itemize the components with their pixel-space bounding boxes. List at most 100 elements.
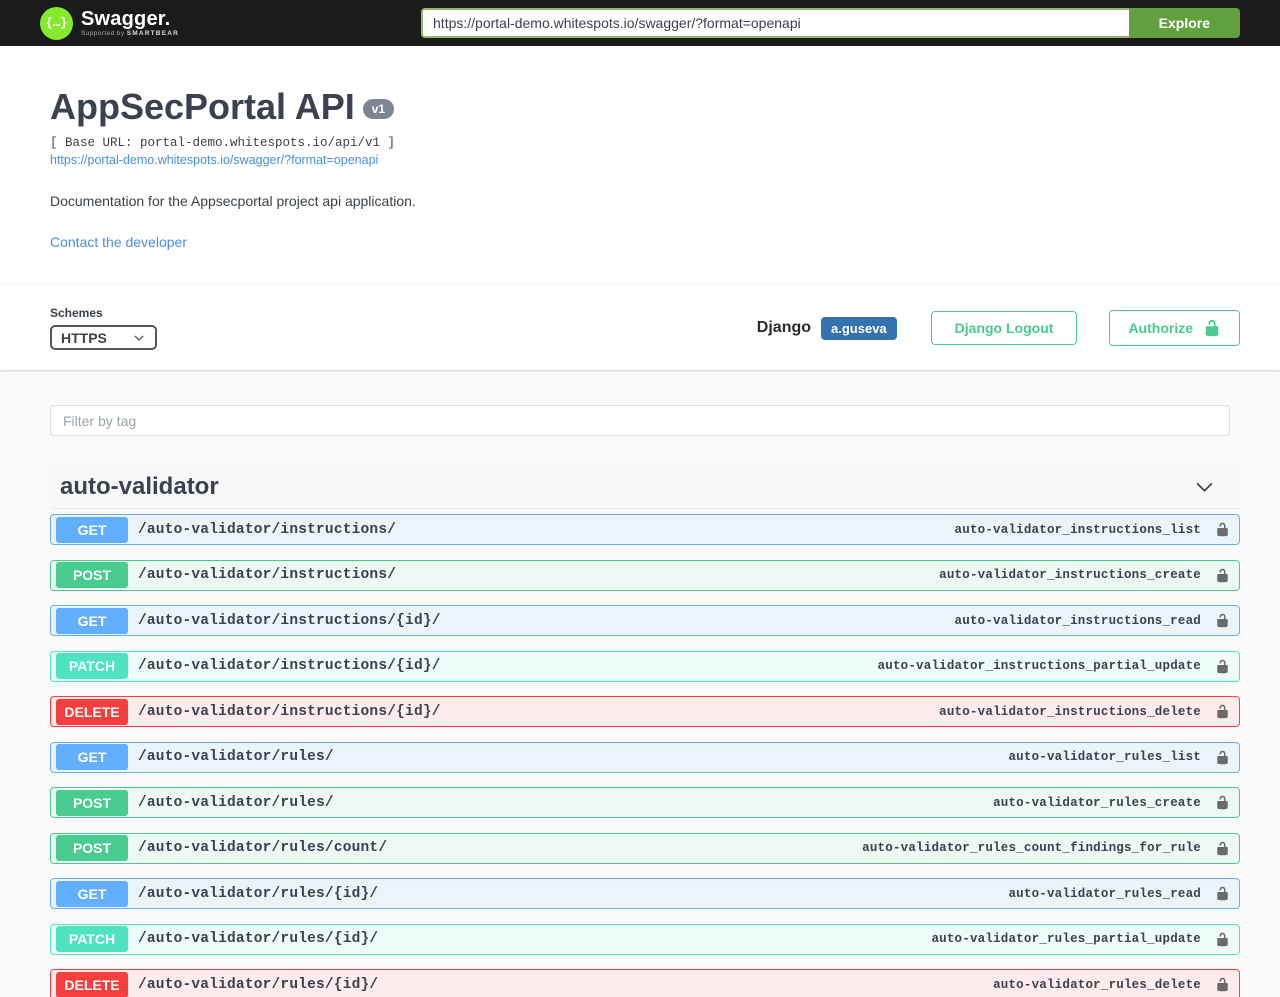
endpoint-path: /auto-validator/rules/ <box>138 749 334 765</box>
auth-cluster: Django a.guseva Django Logout Authorize <box>757 310 1240 346</box>
endpoint-row[interactable]: GET /auto-validator/instructions/{id}/ a… <box>50 605 1240 636</box>
endpoint-path: /auto-validator/instructions/{id}/ <box>138 703 441 720</box>
operation-id: auto-validator_rules_read <box>1008 886 1201 901</box>
tag-section-auto-validator[interactable]: auto-validator <box>50 465 1240 509</box>
unlocked-padlock-icon <box>1217 750 1228 764</box>
operation-id: auto-validator_rules_partial_update <box>931 932 1201 946</box>
authorize-button[interactable]: Authorize <box>1109 310 1240 346</box>
endpoint-path: /auto-validator/instructions/{id}/ <box>138 612 441 629</box>
topbar: {…} Swagger. Supported by SMARTBEAR Expl… <box>0 0 1280 46</box>
tag-title: auto-validator <box>60 472 219 500</box>
method-badge: GET <box>56 607 128 634</box>
operation-id: auto-validator_instructions_list <box>954 522 1201 537</box>
lock-button[interactable] <box>1215 977 1230 992</box>
operation-id: auto-validator_rules_count_findings_for_… <box>862 841 1201 855</box>
endpoint-row[interactable]: GET /auto-validator/instructions/ auto-v… <box>50 514 1240 545</box>
method-badge: PATCH <box>56 653 128 679</box>
endpoint-path: /auto-validator/rules/{id}/ <box>138 885 379 902</box>
operation-id: auto-validator_instructions_partial_upda… <box>877 659 1201 673</box>
endpoint-path: /auto-validator/rules/ <box>138 794 334 811</box>
chevron-down-icon[interactable] <box>1194 476 1215 497</box>
endpoint-path: /auto-validator/instructions/ <box>138 521 397 538</box>
method-badge: PATCH <box>56 926 128 952</box>
operation-id: auto-validator_instructions_delete <box>939 704 1201 719</box>
lock-button[interactable] <box>1215 568 1230 583</box>
method-badge: GET <box>56 516 128 543</box>
method-badge: GET <box>56 880 128 907</box>
lock-button[interactable] <box>1215 932 1230 947</box>
unlocked-padlock-icon <box>1217 522 1228 537</box>
unlocked-padlock-icon <box>1217 795 1228 810</box>
lock-button[interactable] <box>1215 841 1230 856</box>
unlocked-padlock-icon <box>1217 841 1228 855</box>
lock-button[interactable] <box>1215 886 1230 901</box>
endpoint-path: /auto-validator/rules/{id}/ <box>138 976 379 993</box>
endpoint-list: GET /auto-validator/instructions/ auto-v… <box>50 514 1240 997</box>
tagline-brand: SMARTBEAR <box>126 29 180 37</box>
lock-button[interactable] <box>1215 613 1230 628</box>
endpoint-row[interactable]: DELETE /auto-validator/instructions/{id}… <box>50 696 1240 727</box>
brand-text: Swagger. Supported by SMARTBEAR <box>81 9 179 38</box>
url-bar: Explore <box>421 8 1240 38</box>
operation-id: auto-validator_rules_list <box>1008 750 1201 764</box>
lock-button[interactable] <box>1215 522 1230 537</box>
endpoint-row[interactable]: POST /auto-validator/rules/count/ auto-v… <box>50 832 1240 864</box>
endpoint-row[interactable]: GET /auto-validator/rules/{id}/ auto-val… <box>50 878 1240 909</box>
api-description: Documentation for the Appsecportal proje… <box>50 193 416 209</box>
chevron-down-icon <box>134 335 144 341</box>
operation-id: auto-validator_rules_create <box>993 795 1201 810</box>
tagline-prefix: Supported by <box>81 29 127 37</box>
operations-area: auto-validator GET /auto-validator/instr… <box>0 370 1280 997</box>
endpoint-row[interactable]: POST /auto-validator/instructions/ auto-… <box>50 559 1240 591</box>
brand-name: Swagger. <box>81 7 171 30</box>
endpoint-row[interactable]: GET /auto-validator/rules/ auto-validato… <box>50 741 1240 773</box>
schemes-group: Schemes HTTPS <box>50 306 157 350</box>
operation-id: auto-validator_instructions_read <box>954 613 1201 628</box>
django-label: Django <box>756 319 812 336</box>
endpoint-row[interactable]: POST /auto-validator/rules/ auto-validat… <box>50 787 1240 818</box>
unlocked-padlock-icon <box>1217 932 1228 946</box>
spec-url-input[interactable] <box>421 8 1129 38</box>
django-logout-button[interactable]: Django Logout <box>930 311 1078 345</box>
authorize-label: Authorize <box>1128 320 1193 336</box>
spec-link[interactable]: https://portal-demo.whitespots.io/swagge… <box>50 153 1230 167</box>
info-section: AppSecPortal API v1 [ Base URL: portal-de… <box>0 46 1280 282</box>
schemes-selected-value: HTTPS <box>61 329 107 346</box>
base-url: [ Base URL: portal-demo.whitespots.io/ap… <box>50 136 396 150</box>
endpoint-row[interactable]: DELETE /auto-validator/rules/{id}/ auto-… <box>50 969 1240 997</box>
schemes-select[interactable]: HTTPS <box>50 325 157 350</box>
lock-button[interactable] <box>1215 795 1230 810</box>
swagger-logo-icon: {…} <box>40 6 73 40</box>
version-badge: v1 <box>362 98 395 119</box>
endpoint-path: /auto-validator/instructions/ <box>138 567 397 583</box>
explore-button[interactable]: Explore <box>1128 8 1240 38</box>
lock-button[interactable] <box>1215 750 1230 765</box>
method-badge: DELETE <box>56 971 128 997</box>
unlocked-padlock-icon <box>1217 568 1228 582</box>
lock-button[interactable] <box>1215 704 1230 719</box>
endpoint-path: /auto-validator/rules/count/ <box>138 840 388 856</box>
lock-button[interactable] <box>1215 659 1230 674</box>
method-badge: POST <box>56 789 128 816</box>
swagger-brand[interactable]: {…} Swagger. Supported by SMARTBEAR <box>40 6 179 40</box>
schemes-label: Schemes <box>50 306 103 320</box>
operation-id: auto-validator_instructions_create <box>939 568 1201 582</box>
method-badge: GET <box>56 744 128 770</box>
endpoint-path: /auto-validator/instructions/{id}/ <box>138 658 441 674</box>
unlocked-padlock-icon <box>1217 977 1228 992</box>
unlocked-padlock-icon <box>1217 659 1228 673</box>
method-badge: POST <box>56 562 128 588</box>
unlocked-padlock-icon <box>1205 319 1219 337</box>
endpoint-path: /auto-validator/rules/{id}/ <box>138 931 379 947</box>
scheme-bar: Schemes HTTPS Django a.guseva Django Log… <box>0 286 1280 370</box>
unlocked-padlock-icon <box>1217 613 1228 628</box>
contact-developer-link[interactable]: Contact the developer <box>50 234 187 250</box>
user-badge: a.guseva <box>821 316 897 340</box>
endpoint-row[interactable]: PATCH /auto-validator/rules/{id}/ auto-v… <box>50 923 1240 955</box>
endpoint-row[interactable]: PATCH /auto-validator/instructions/{id}/… <box>50 650 1240 682</box>
unlocked-padlock-icon <box>1217 704 1228 719</box>
operation-id: auto-validator_rules_delete <box>993 977 1201 992</box>
brand-tagline: Supported by SMARTBEAR <box>81 29 180 38</box>
unlocked-padlock-icon <box>1217 886 1228 901</box>
filter-by-tag-input[interactable] <box>50 405 1230 436</box>
